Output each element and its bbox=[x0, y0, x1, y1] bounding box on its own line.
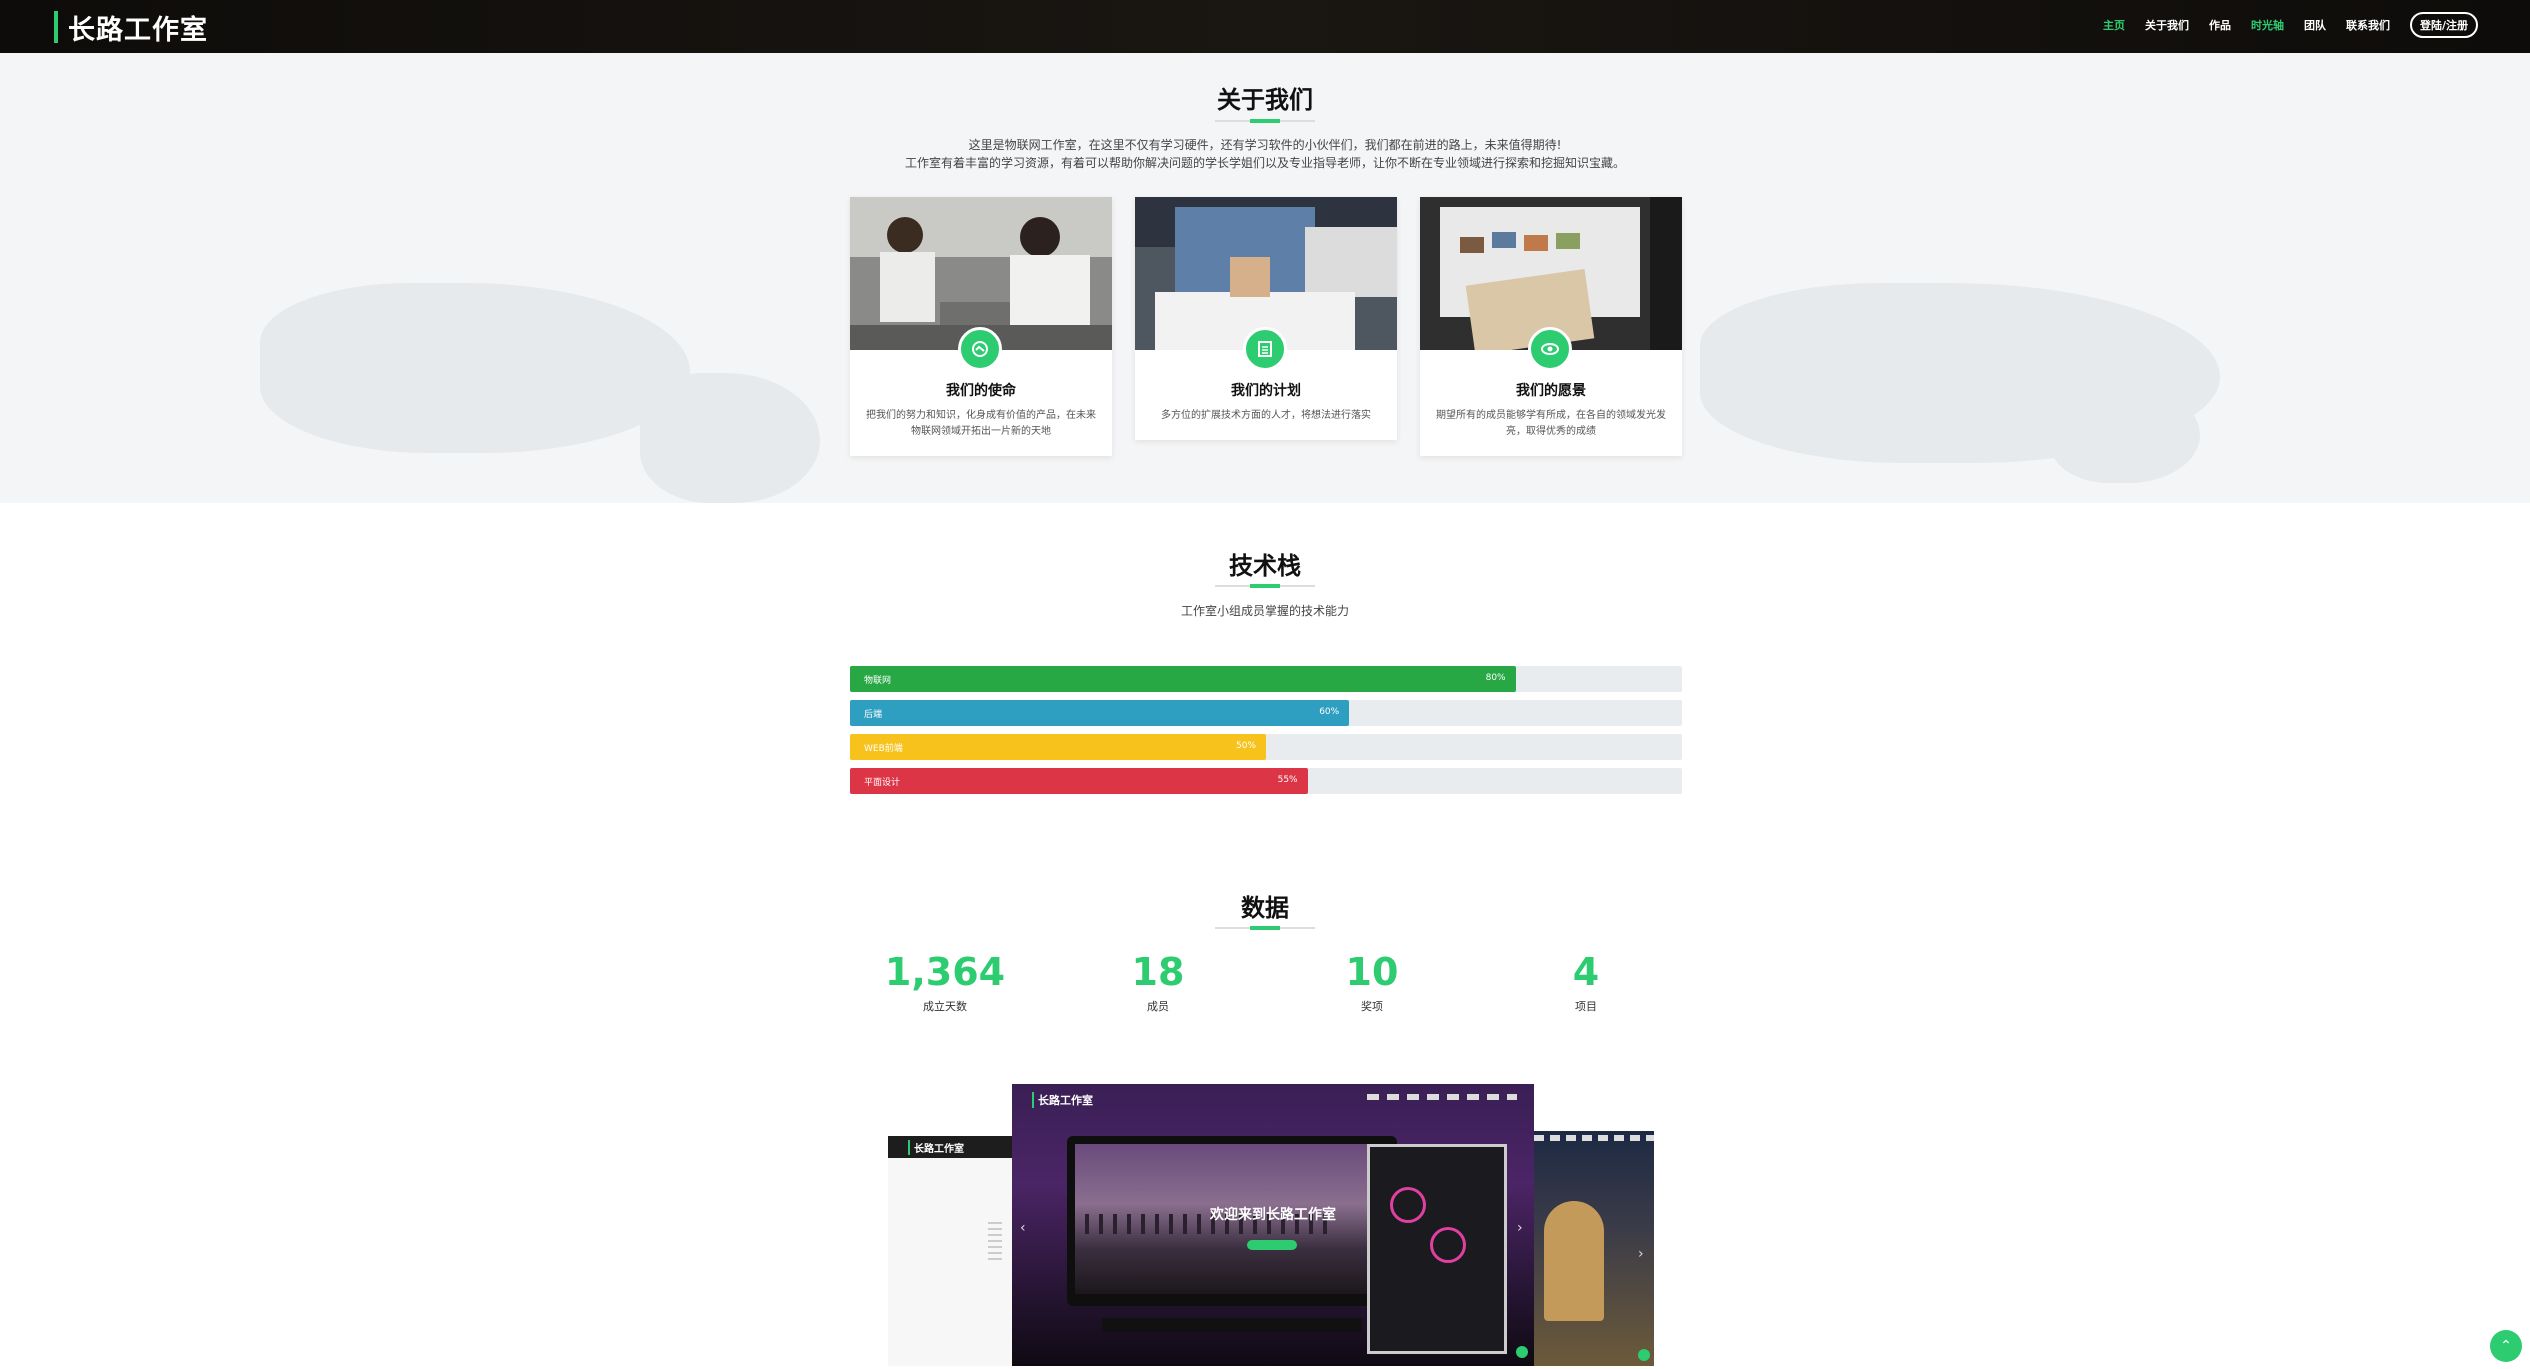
plan-text: 多方位的扩展技术方面的人才，将想法进行落实 bbox=[1161, 410, 1371, 421]
login-register-button[interactable]: 登陆/注册 bbox=[2409, 12, 2478, 38]
skill-bar-web: WEB前端 50% bbox=[850, 734, 1682, 760]
back-to-top-button[interactable]: ⌃ bbox=[2490, 1330, 2522, 1362]
title-divider bbox=[1215, 119, 1315, 123]
stat-label: 项目 bbox=[1575, 1000, 1597, 1013]
top-navbar: 长路工作室 主页 关于我们 作品 时光轴 团队 联系我们 登陆/注册 bbox=[0, 0, 2530, 53]
skill-name: 物联网 bbox=[864, 676, 892, 686]
skill-fill bbox=[850, 666, 1516, 692]
skills-subtitle: 工作室小组成员掌握的技术能力 bbox=[1180, 604, 1349, 618]
stats-title: 数据 bbox=[1241, 894, 1289, 922]
skill-fill bbox=[850, 700, 1350, 726]
skill-percent: 55% bbox=[1277, 775, 1298, 785]
stat-number: 18 bbox=[1131, 950, 1185, 994]
skill-bar-backend: 后端 60% bbox=[850, 700, 1682, 726]
stat-days: 1,364 成立天数 bbox=[845, 950, 1045, 1014]
welcome-text: 欢迎来到长路工作室 bbox=[1210, 1207, 1336, 1223]
mission-card: 我们的使命 把我们的努力和知识，化身成有价值的产品，在未来物联网领域开拓出一片新… bbox=[850, 197, 1112, 456]
vision-title: 我们的愿景 bbox=[1516, 383, 1586, 399]
stat-number: 4 bbox=[1572, 950, 1600, 994]
work-preview-main[interactable]: 长路工作室 欢迎来到长路工作室 ‹ › bbox=[1012, 1084, 1534, 1366]
list-icon bbox=[1243, 327, 1287, 371]
brand-logo[interactable]: 长路工作室 bbox=[54, 10, 208, 46]
stat-label: 成员 bbox=[1147, 1000, 1169, 1013]
preview-backtop-icon bbox=[1638, 1349, 1650, 1361]
skill-percent: 80% bbox=[1485, 673, 1506, 683]
stat-number: 10 bbox=[1345, 950, 1399, 994]
stat-projects: 4 项目 bbox=[1486, 950, 1686, 1014]
carousel-prev-icon[interactable]: ‹ bbox=[1020, 1220, 1026, 1236]
plan-title: 我们的计划 bbox=[1231, 383, 1301, 399]
brand-accent-bar bbox=[54, 11, 58, 43]
nav-team[interactable]: 团队 bbox=[2304, 17, 2326, 33]
preview-nav-links bbox=[1367, 1094, 1517, 1100]
about-section: 关于我们 这里是物联网工作室，在这里不仅有学习硬件，还有学习软件的小伙伴们，我们… bbox=[0, 53, 2530, 503]
preview-brand: 长路工作室 bbox=[908, 1140, 964, 1155]
nav-timeline[interactable]: 时光轴 bbox=[2251, 17, 2284, 33]
vision-card: 我们的愿景 期望所有的成员能够学有所成，在各自的领域发光发亮，取得优秀的成绩 bbox=[1420, 197, 1682, 456]
skill-percent: 60% bbox=[1319, 707, 1340, 717]
skill-name: WEB前端 bbox=[864, 744, 903, 754]
carousel-next-icon[interactable]: › bbox=[1638, 1246, 1644, 1262]
pc-case-shape bbox=[1367, 1144, 1507, 1354]
stat-label: 奖项 bbox=[1361, 1000, 1383, 1013]
preview-cta-button bbox=[1247, 1240, 1297, 1250]
mission-title: 我们的使命 bbox=[946, 383, 1016, 399]
about-desc-line2: 工作室有着丰富的学习资源，有着可以帮助你解决问题的学长学姐们以及专业指导老师，让… bbox=[904, 156, 1625, 170]
vision-text: 期望所有的成员能够学有所成，在各自的领域发光发亮，取得优秀的成绩 bbox=[1436, 410, 1666, 437]
preview-nav-links bbox=[1534, 1135, 1654, 1141]
brand-name: 长路工作室 bbox=[68, 14, 208, 46]
eye-icon bbox=[1528, 327, 1572, 371]
world-map-decoration bbox=[640, 373, 820, 503]
stat-members: 18 成员 bbox=[1058, 950, 1258, 1014]
skill-fill bbox=[850, 768, 1308, 794]
stat-number: 1,364 bbox=[884, 950, 1006, 994]
work-preview-left[interactable]: 长路工作室 bbox=[888, 1136, 1014, 1366]
about-title: 关于我们 bbox=[1217, 86, 1313, 114]
world-map-decoration bbox=[260, 283, 690, 453]
skill-bar-iot: 物联网 80% bbox=[850, 666, 1682, 692]
skills-title: 技术栈 bbox=[1229, 552, 1301, 580]
work-preview-right[interactable]: › bbox=[1534, 1131, 1654, 1366]
handshake-icon bbox=[958, 327, 1002, 371]
nav-home[interactable]: 主页 bbox=[2103, 17, 2125, 33]
title-divider bbox=[1215, 584, 1315, 588]
carousel-next-icon[interactable]: › bbox=[1517, 1220, 1523, 1236]
main-nav: 主页 关于我们 作品 时光轴 团队 联系我们 登陆/注册 bbox=[2103, 12, 2478, 38]
keyboard-shape bbox=[1102, 1318, 1362, 1332]
mission-text: 把我们的努力和知识，化身成有价值的产品，在未来物联网领域开拓出一片新的天地 bbox=[866, 410, 1096, 437]
skill-name: 后端 bbox=[864, 710, 883, 720]
preview-brand: 长路工作室 bbox=[1032, 1092, 1093, 1108]
preview-backtop-icon bbox=[1516, 1346, 1528, 1358]
about-desc-line1: 这里是物联网工作室，在这里不仅有学习硬件，还有学习软件的小伙伴们，我们都在前进的… bbox=[968, 138, 1562, 152]
skill-fill bbox=[850, 734, 1266, 760]
preview-text-lines bbox=[988, 1222, 1002, 1262]
skill-name: 平面设计 bbox=[864, 778, 901, 788]
nav-works[interactable]: 作品 bbox=[2209, 17, 2231, 33]
stat-label: 成立天数 bbox=[923, 1000, 967, 1013]
skill-bar-design: 平面设计 55% bbox=[850, 768, 1682, 794]
chevron-up-icon: ⌃ bbox=[2500, 1338, 2512, 1354]
title-divider bbox=[1215, 926, 1315, 930]
fan-light bbox=[1430, 1227, 1466, 1263]
preview-navbar: 长路工作室 bbox=[888, 1136, 1014, 1158]
plan-card: 我们的计划 多方位的扩展技术方面的人才，将想法进行落实 bbox=[1135, 197, 1397, 440]
nav-about[interactable]: 关于我们 bbox=[2145, 17, 2189, 33]
nav-contact[interactable]: 联系我们 bbox=[2346, 17, 2390, 33]
world-map-decoration bbox=[2050, 383, 2200, 483]
skill-percent: 50% bbox=[1236, 741, 1257, 751]
stat-awards: 10 奖项 bbox=[1272, 950, 1472, 1014]
character-figure bbox=[1544, 1201, 1604, 1321]
